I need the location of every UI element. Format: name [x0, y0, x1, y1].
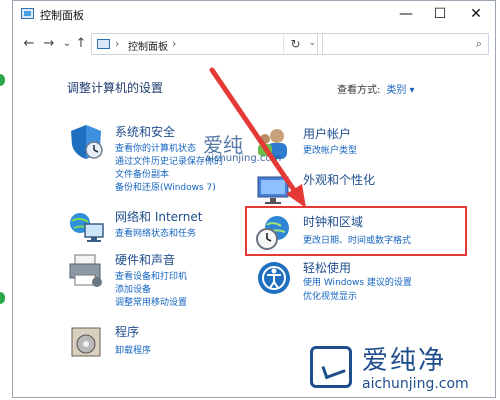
shield-icon	[71, 125, 103, 159]
forward-button[interactable]: →	[41, 35, 57, 53]
control-panel-icon	[97, 39, 110, 49]
search-icon[interactable]: ⌕	[476, 37, 482, 51]
page-title: 调整计算机的设置	[67, 81, 164, 95]
category-user-accounts: 用户帐户 更改帐户类型	[255, 125, 455, 165]
highlight-box	[245, 206, 467, 256]
close-button[interactable]: ✕	[459, 1, 493, 27]
category-link[interactable]: 卸载程序	[115, 343, 151, 356]
breadcrumb-control-panel[interactable]: 控制面板	[128, 38, 168, 53]
category-title[interactable]: 用户帐户	[303, 125, 351, 142]
category-link[interactable]: 优化视觉显示	[303, 289, 357, 302]
address-separator: ›	[115, 37, 120, 50]
category-link[interactable]: 查看网络状态和任务	[115, 226, 196, 239]
view-by-dropdown[interactable]: 类别 ▾	[386, 85, 414, 96]
category-ease-of-access: 轻松使用 使用 Windows 建议的设置 优化视觉显示	[255, 259, 475, 305]
control-panel-icon	[21, 8, 34, 19]
green-marker	[0, 74, 5, 86]
category-title[interactable]: 轻松使用	[303, 259, 351, 276]
watermark-logo: 爱纯净 aichunjing.com	[304, 340, 492, 396]
view-by: 查看方式: 类别 ▾	[337, 81, 415, 96]
category-link[interactable]: 查看你的计算机状态	[115, 141, 196, 154]
category-appearance: 外观和个性化	[255, 171, 455, 204]
watermark-url: aichunjing.com	[362, 376, 469, 392]
maximize-button[interactable]: ☐	[423, 1, 457, 27]
control-panel-window: 控制面板 — ☐ ✕ ← → ⌄ ↑ › 控制面板 › ⌄ ↻ ⌕ 调整计算机的…	[12, 0, 496, 398]
category-title[interactable]: 外观和个性化	[303, 171, 375, 188]
back-button[interactable]: ←	[21, 35, 37, 53]
minimize-button[interactable]: —	[389, 1, 423, 27]
category-link[interactable]: 调整常用移动设置	[115, 295, 187, 308]
address-dropdown[interactable]: ⌄	[308, 38, 316, 48]
printer-icon	[69, 254, 102, 287]
green-marker	[0, 292, 5, 304]
category-link[interactable]: 文件备份副本	[115, 167, 169, 180]
ease-of-access-icon	[258, 262, 290, 294]
network-icon	[70, 213, 104, 242]
category-network: 网络和 Internet 查看网络状态和任务	[67, 208, 237, 248]
category-hardware-sound: 硬件和声音 查看设备和打印机 添加设备 调整常用移动设置	[67, 251, 237, 311]
watermark-icon	[310, 346, 352, 388]
category-programs: 程序 卸载程序	[67, 323, 237, 363]
search-input[interactable]: ⌕	[317, 33, 489, 55]
category-link[interactable]: 备份和还原(Windows 7)	[115, 180, 216, 193]
watermark-brand: 爱纯净	[362, 346, 447, 376]
view-by-label: 查看方式:	[337, 85, 381, 96]
up-button[interactable]: ↑	[73, 35, 89, 53]
category-title[interactable]: 系统和安全	[115, 123, 175, 140]
navigation-bar: ← → ⌄ ↑ › 控制面板 › ⌄ ↻ ⌕	[13, 29, 495, 59]
watermark-url: aichunjing.com	[205, 153, 282, 164]
title-bar: 控制面板 — ☐ ✕	[13, 1, 495, 27]
category-title[interactable]: 网络和 Internet	[115, 208, 202, 225]
category-title[interactable]: 程序	[115, 323, 139, 340]
category-title[interactable]: 硬件和声音	[115, 251, 175, 268]
category-link[interactable]: 查看设备和打印机	[115, 269, 187, 282]
category-link[interactable]: 使用 Windows 建议的设置	[303, 275, 412, 288]
address-separator: ›	[172, 37, 177, 50]
appearance-icon	[257, 176, 289, 204]
window-title: 控制面板	[40, 9, 84, 22]
refresh-button[interactable]: ↻	[283, 34, 307, 54]
category-link[interactable]: 更改帐户类型	[303, 143, 357, 156]
programs-icon	[71, 327, 101, 357]
category-link[interactable]: 添加设备	[115, 282, 151, 295]
